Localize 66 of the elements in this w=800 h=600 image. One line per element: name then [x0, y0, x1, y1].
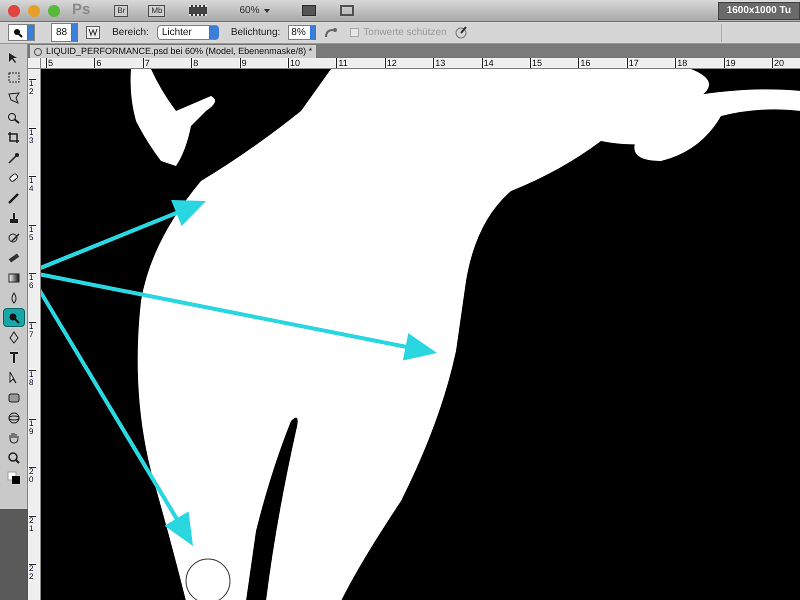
eyedropper-tool-icon	[6, 150, 20, 164]
ruler-number: 17	[29, 322, 36, 338]
protect-tones-label: Tonwerte schützen	[363, 26, 447, 40]
ruler-number: 15	[530, 58, 542, 68]
screen-mode-icon[interactable]	[340, 5, 354, 16]
ruler-number: 8	[191, 58, 198, 68]
ruler-number: 7	[142, 58, 150, 68]
exposure-field[interactable]: 8%	[288, 25, 316, 40]
ruler-number: 10	[288, 58, 300, 68]
gradient-tool-icon	[6, 270, 20, 284]
ruler-number: 15	[29, 224, 36, 242]
ruler-number: 20	[772, 58, 784, 68]
hand-tool-icon	[6, 430, 20, 444]
film-strip-icon[interactable]	[189, 5, 208, 16]
quick-selection-tool-icon	[6, 110, 20, 124]
ruler-number: 9	[240, 58, 247, 68]
bridge-button[interactable]: Br	[114, 4, 128, 16]
arrange-documents-icon[interactable]	[302, 5, 316, 16]
eraser-tool-icon	[6, 250, 20, 264]
ruler-number: 16	[578, 58, 590, 68]
tool-preset-picker[interactable]	[8, 24, 35, 41]
workspace-button[interactable]: 1600x1000 Tu	[718, 2, 800, 20]
ruler-number: 16	[29, 273, 36, 290]
close-tab-icon[interactable]	[34, 48, 42, 56]
pressure-icon[interactable]	[454, 26, 468, 39]
range-dropdown[interactable]: Lichter	[156, 25, 219, 40]
zoom-tool-icon	[6, 450, 20, 464]
ruler-number: 12	[384, 58, 397, 68]
ruler-number: 19	[724, 58, 736, 68]
ruler-number: 19	[29, 418, 36, 436]
exposure-label: Belichtung:	[230, 26, 280, 40]
history-brush-tool-icon	[6, 230, 20, 244]
caret-icon	[264, 8, 270, 12]
ruler-number: 12	[29, 79, 36, 96]
brush-cursor-icon	[186, 558, 230, 600]
range-label: Bereich:	[112, 26, 149, 40]
pen-tool-icon	[6, 330, 20, 344]
zoom-level-dropdown[interactable]: 60%	[239, 3, 270, 18]
dodge-tool-icon	[13, 28, 23, 38]
ruler-number: 18	[29, 370, 36, 387]
ruler-number: 13	[433, 58, 446, 68]
mini-bridge-button[interactable]: Mb	[148, 4, 166, 16]
ruler-number: 14	[29, 176, 36, 193]
ruler-number: 17	[626, 58, 639, 68]
lasso-tool-icon	[6, 90, 20, 104]
app-logo: Ps	[72, 0, 90, 20]
shape-tool-icon	[6, 390, 20, 404]
tool-button[interactable]	[2, 308, 24, 327]
ruler-number: 5	[46, 58, 54, 68]
ruler-number: 20	[29, 467, 36, 484]
ruler-number: 21	[29, 516, 36, 532]
ruler-number: 22	[29, 564, 36, 581]
3d-rotate-tool-icon	[6, 410, 20, 424]
marquee-tool-icon	[6, 70, 20, 84]
ruler-number: 14	[482, 58, 494, 68]
ruler-number: 18	[675, 58, 688, 68]
ruler-number: 13	[29, 128, 36, 144]
brush-size-picker[interactable]: 88	[51, 23, 78, 42]
crop-tool-icon	[6, 130, 20, 144]
dodge-tool-icon	[6, 310, 20, 324]
ruler-origin[interactable]	[28, 58, 41, 69]
ruler-number: 6	[94, 58, 102, 68]
ruler-number: 11	[336, 58, 348, 68]
close-window-button[interactable]	[8, 4, 20, 16]
brush-tool-icon	[6, 190, 20, 204]
color-swatches-icon	[6, 470, 20, 484]
